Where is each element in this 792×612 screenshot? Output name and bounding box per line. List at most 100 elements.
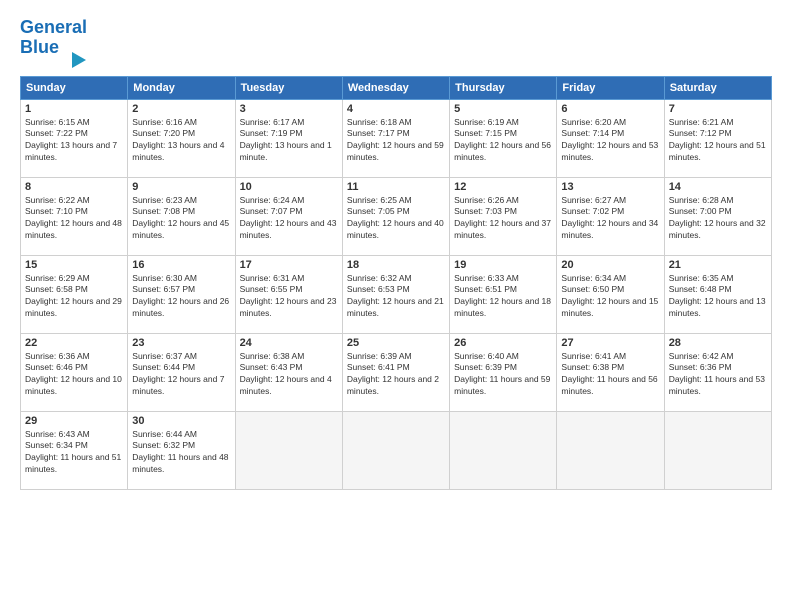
day-info: Sunrise: 6:22 AMSunset: 7:10 PMDaylight:… [25, 195, 122, 241]
calendar-cell: 3 Sunrise: 6:17 AMSunset: 7:19 PMDaylight… [235, 99, 342, 177]
day-info: Sunrise: 6:43 AMSunset: 6:34 PMDaylight:… [25, 429, 121, 475]
day-number: 17 [240, 259, 338, 271]
weekday-header-tuesday: Tuesday [235, 76, 342, 99]
day-number: 11 [347, 181, 445, 193]
day-number: 5 [454, 103, 552, 115]
calendar-cell: 4Sunrise: 6:18 AMSunset: 7:17 PMDaylight… [342, 99, 449, 177]
day-info: Sunrise: 6:24 AMSunset: 7:07 PMDaylight:… [240, 195, 337, 241]
calendar-cell: 28 Sunrise: 6:42 AMSunset: 6:36 PMDayligh… [664, 333, 771, 411]
calendar-cell: 20 Sunrise: 6:34 AMSunset: 6:50 PMDayligh… [557, 255, 664, 333]
calendar-cell: 26 Sunrise: 6:40 AMSunset: 6:39 PMDayligh… [450, 333, 557, 411]
logo-arrow-icon [72, 52, 86, 68]
logo-general: General [20, 17, 87, 37]
day-info: Sunrise: 6:19 AMSunset: 7:15 PMDaylight:… [454, 117, 551, 163]
calendar-cell: 23Sunrise: 6:37 AMSunset: 6:44 PMDayligh… [128, 333, 235, 411]
day-number: 23 [132, 337, 230, 349]
calendar-cell: 16 Sunrise: 6:30 AMSunset: 6:57 PMDayligh… [128, 255, 235, 333]
weekday-header-wednesday: Wednesday [342, 76, 449, 99]
day-number: 7 [669, 103, 767, 115]
day-number: 14 [669, 181, 767, 193]
calendar-cell: 22 Sunrise: 6:36 AMSunset: 6:46 PMDayligh… [21, 333, 128, 411]
calendar-cell: 25 Sunrise: 6:39 AMSunset: 6:41 PMDayligh… [342, 333, 449, 411]
day-info: Sunrise: 6:18 AMSunset: 7:17 PMDaylight:… [347, 117, 444, 163]
day-info: Sunrise: 6:16 AMSunset: 7:20 PMDaylight:… [132, 117, 224, 163]
day-number: 30 [132, 415, 230, 427]
day-info: Sunrise: 6:29 AMSunset: 6:58 PMDaylight:… [25, 273, 122, 319]
calendar-cell: 19 Sunrise: 6:33 AMSunset: 6:51 PMDayligh… [450, 255, 557, 333]
day-info: Sunrise: 6:31 AMSunset: 6:55 PMDaylight:… [240, 273, 337, 319]
calendar-cell: 6Sunrise: 6:20 AMSunset: 7:14 PMDaylight… [557, 99, 664, 177]
day-info: Sunrise: 6:40 AMSunset: 6:39 PMDaylight:… [454, 351, 550, 397]
day-info: Sunrise: 6:33 AMSunset: 6:51 PMDaylight:… [454, 273, 551, 319]
day-info: Sunrise: 6:39 AMSunset: 6:41 PMDaylight:… [347, 351, 439, 397]
calendar-cell: 18 Sunrise: 6:32 AMSunset: 6:53 PMDayligh… [342, 255, 449, 333]
calendar-cell: 8 Sunrise: 6:22 AMSunset: 7:10 PMDaylight… [21, 177, 128, 255]
calendar-cell [235, 411, 342, 489]
day-info: Sunrise: 6:41 AMSunset: 6:38 PMDaylight:… [561, 351, 657, 397]
calendar-cell [450, 411, 557, 489]
day-info: Sunrise: 6:25 AMSunset: 7:05 PMDaylight:… [347, 195, 444, 241]
day-info: Sunrise: 6:42 AMSunset: 6:36 PMDaylight:… [669, 351, 765, 397]
day-info: Sunrise: 6:17 AMSunset: 7:19 PMDaylight:… [240, 117, 332, 163]
weekday-header-sunday: Sunday [21, 76, 128, 99]
calendar-cell: 5 Sunrise: 6:19 AMSunset: 7:15 PMDaylight… [450, 99, 557, 177]
calendar-cell [557, 411, 664, 489]
day-number: 3 [240, 103, 338, 115]
calendar-cell: 12 Sunrise: 6:26 AMSunset: 7:03 PMDayligh… [450, 177, 557, 255]
calendar-table: SundayMondayTuesdayWednesdayThursdayFrid… [20, 76, 772, 490]
weekday-header-saturday: Saturday [664, 76, 771, 99]
logo-blue: Blue [20, 37, 59, 57]
calendar-cell: 13 Sunrise: 6:27 AMSunset: 7:02 PMDayligh… [557, 177, 664, 255]
header: General Blue [20, 18, 772, 68]
day-number: 18 [347, 259, 445, 271]
day-info: Sunrise: 6:23 AMSunset: 7:08 PMDaylight:… [132, 195, 229, 241]
day-info: Sunrise: 6:36 AMSunset: 6:46 PMDaylight:… [25, 351, 122, 397]
calendar-cell: 30 Sunrise: 6:44 AMSunset: 6:32 PMDayligh… [128, 411, 235, 489]
day-number: 25 [347, 337, 445, 349]
day-number: 8 [25, 181, 123, 193]
day-number: 16 [132, 259, 230, 271]
calendar-cell: 9 Sunrise: 6:23 AMSunset: 7:08 PMDaylight… [128, 177, 235, 255]
calendar-cell: 24Sunrise: 6:38 AMSunset: 6:43 PMDayligh… [235, 333, 342, 411]
day-info: Sunrise: 6:44 AMSunset: 6:32 PMDaylight:… [132, 429, 228, 475]
calendar-cell: 7 Sunrise: 6:21 AMSunset: 7:12 PMDaylight… [664, 99, 771, 177]
day-number: 9 [132, 181, 230, 193]
day-number: 28 [669, 337, 767, 349]
day-number: 24 [240, 337, 338, 349]
logo: General Blue [20, 18, 87, 68]
day-info: Sunrise: 6:26 AMSunset: 7:03 PMDaylight:… [454, 195, 551, 241]
calendar-cell: 2 Sunrise: 6:16 AMSunset: 7:20 PMDaylight… [128, 99, 235, 177]
day-number: 10 [240, 181, 338, 193]
weekday-header-row: SundayMondayTuesdayWednesdayThursdayFrid… [21, 76, 772, 99]
day-number: 1 [25, 103, 123, 115]
calendar-cell: 27Sunrise: 6:41 AMSunset: 6:38 PMDayligh… [557, 333, 664, 411]
day-info: Sunrise: 6:34 AMSunset: 6:50 PMDaylight:… [561, 273, 658, 319]
calendar-cell [664, 411, 771, 489]
week-row-5: 29Sunrise: 6:43 AMSunset: 6:34 PMDayligh… [21, 411, 772, 489]
calendar-cell: 14Sunrise: 6:28 AMSunset: 7:00 PMDayligh… [664, 177, 771, 255]
calendar-cell: 10 Sunrise: 6:24 AMSunset: 7:07 PMDayligh… [235, 177, 342, 255]
day-info: Sunrise: 6:32 AMSunset: 6:53 PMDaylight:… [347, 273, 444, 319]
day-info: Sunrise: 6:35 AMSunset: 6:48 PMDaylight:… [669, 273, 766, 319]
day-info: Sunrise: 6:21 AMSunset: 7:12 PMDaylight:… [669, 117, 766, 163]
calendar-cell: 21Sunrise: 6:35 AMSunset: 6:48 PMDayligh… [664, 255, 771, 333]
day-number: 19 [454, 259, 552, 271]
day-number: 6 [561, 103, 659, 115]
day-number: 20 [561, 259, 659, 271]
week-row-4: 22 Sunrise: 6:36 AMSunset: 6:46 PMDayligh… [21, 333, 772, 411]
weekday-header-monday: Monday [128, 76, 235, 99]
day-info: Sunrise: 6:15 AMSunset: 7:22 PMDaylight:… [25, 117, 117, 163]
week-row-1: 1 Sunrise: 6:15 AMSunset: 7:22 PMDaylight… [21, 99, 772, 177]
calendar-cell: 15 Sunrise: 6:29 AMSunset: 6:58 PMDayligh… [21, 255, 128, 333]
day-info: Sunrise: 6:30 AMSunset: 6:57 PMDaylight:… [132, 273, 229, 319]
day-number: 22 [25, 337, 123, 349]
calendar-cell: 17 Sunrise: 6:31 AMSunset: 6:55 PMDayligh… [235, 255, 342, 333]
calendar-cell: 29Sunrise: 6:43 AMSunset: 6:34 PMDayligh… [21, 411, 128, 489]
day-number: 26 [454, 337, 552, 349]
day-number: 13 [561, 181, 659, 193]
day-info: Sunrise: 6:27 AMSunset: 7:02 PMDaylight:… [561, 195, 658, 241]
day-number: 15 [25, 259, 123, 271]
day-number: 12 [454, 181, 552, 193]
week-row-3: 15 Sunrise: 6:29 AMSunset: 6:58 PMDayligh… [21, 255, 772, 333]
day-number: 2 [132, 103, 230, 115]
